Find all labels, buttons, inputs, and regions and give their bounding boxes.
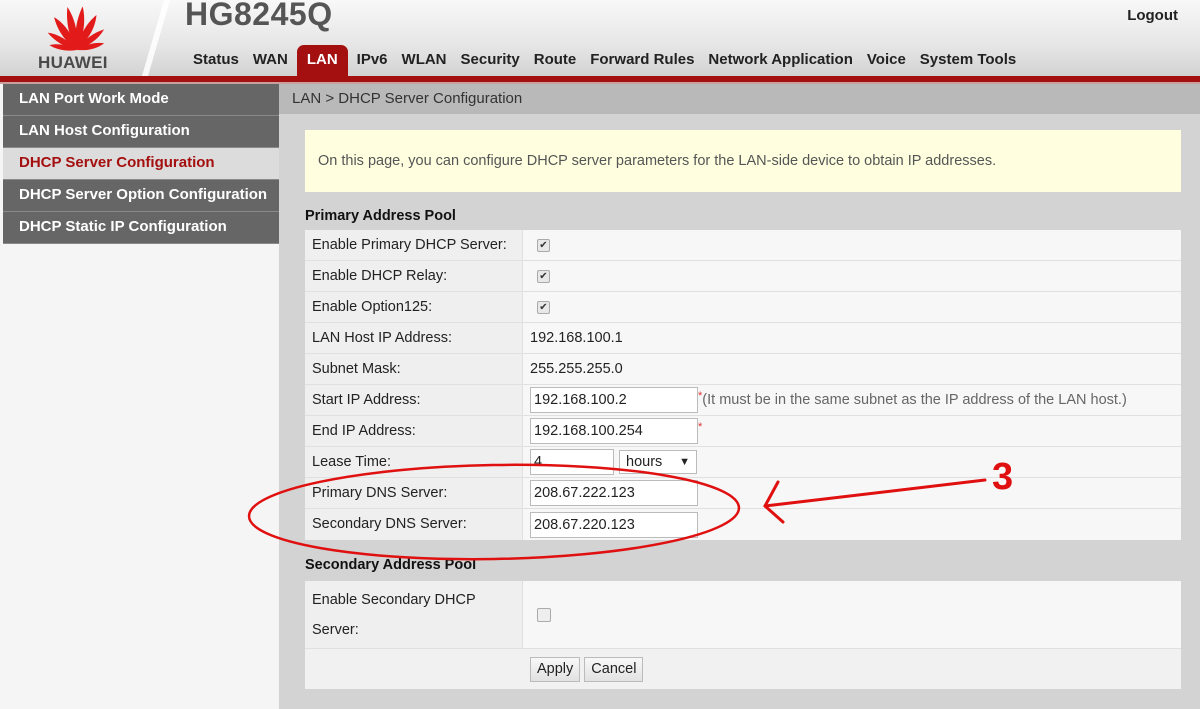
lan-host-ip-label: LAN Host IP Address:: [305, 323, 523, 353]
start-ip-hint: (It must be in the same subnet as the IP…: [702, 392, 1127, 408]
huawei-logo: HUAWEI: [0, 0, 160, 76]
breadcrumb: LAN > DHCP Server Configuration: [279, 84, 1200, 114]
lan-host-ip-row: LAN Host IP Address: 192.168.100.1: [305, 323, 1181, 354]
enable-primary-dhcp-row: Enable Primary DHCP Server: ✔: [305, 230, 1181, 261]
secondary-pool-title: Secondary Address Pool: [305, 557, 477, 573]
enable-secondary-dhcp-label: Enable Secondary DHCP Server:: [305, 581, 523, 648]
end-ip-row: End IP Address: 192.168.100.254 *: [305, 416, 1181, 447]
enable-secondary-dhcp-checkbox[interactable]: [537, 607, 551, 622]
cancel-button[interactable]: Cancel: [584, 656, 644, 682]
nav-ipv6[interactable]: IPv6: [350, 51, 395, 76]
enable-primary-dhcp-label: Enable Primary DHCP Server:: [305, 230, 523, 260]
nav-network-application[interactable]: Network Application: [701, 51, 859, 76]
subnet-mask-value: 255.255.255.0: [523, 354, 1181, 384]
lease-time-row: Lease Time: 4 hours ▼: [305, 447, 1181, 478]
brand-name: HUAWEI: [38, 53, 108, 72]
primary-dns-label: Primary DNS Server:: [305, 478, 523, 508]
start-ip-label: Start IP Address:: [305, 385, 523, 415]
dropdown-arrow-icon: ▼: [679, 456, 690, 468]
secondary-pool-form: Enable Secondary DHCP Server: Apply Canc…: [305, 581, 1181, 689]
device-model: HG8245Q: [185, 0, 333, 32]
nav-wan[interactable]: WAN: [246, 51, 295, 76]
header-divider: [142, 0, 170, 76]
subnet-mask-label: Subnet Mask:: [305, 354, 523, 384]
sidebar-item-lan-host-configuration[interactable]: LAN Host Configuration: [3, 116, 279, 148]
enable-secondary-dhcp-row: Enable Secondary DHCP Server:: [305, 581, 1181, 649]
nav-forward-rules[interactable]: Forward Rules: [583, 51, 701, 76]
sidebar-item-dhcp-server-configuration[interactable]: DHCP Server Configuration: [3, 148, 279, 180]
enable-primary-dhcp-checkbox[interactable]: ✔: [537, 238, 550, 252]
apply-button[interactable]: Apply: [530, 656, 581, 682]
huawei-petals-icon: [47, 6, 105, 51]
form-actions: Apply Cancel: [305, 649, 1181, 689]
sidebar: LAN Port Work Mode LAN Host Configuratio…: [0, 84, 279, 709]
nav-route[interactable]: Route: [527, 51, 584, 76]
nav-wlan[interactable]: WLAN: [395, 51, 454, 76]
top-nav: Status WAN LAN IPv6 WLAN Security Route …: [186, 44, 1023, 76]
lease-time-label: Lease Time:: [305, 447, 523, 477]
secondary-dns-label: Secondary DNS Server:: [305, 509, 523, 540]
primary-pool-title: Primary Address Pool: [305, 208, 456, 224]
logout-link[interactable]: Logout: [1127, 7, 1178, 24]
router-admin-page: HUAWEI HG8245Q Logout Status WAN LAN IPv…: [0, 0, 1200, 709]
lease-unit-value: hours: [626, 454, 663, 470]
info-notice: On this page, you can configure DHCP ser…: [305, 130, 1181, 192]
secondary-dns-row: Secondary DNS Server: 208.67.220.123: [305, 509, 1181, 540]
main-content: LAN > DHCP Server Configuration On this …: [279, 84, 1200, 709]
primary-dns-row: Primary DNS Server: 208.67.222.123: [305, 478, 1181, 509]
sidebar-item-lan-port-work-mode[interactable]: LAN Port Work Mode: [3, 84, 279, 116]
secondary-dns-input[interactable]: 208.67.220.123: [530, 511, 698, 538]
sidebar-item-dhcp-server-option-configuration[interactable]: DHCP Server Option Configuration: [3, 180, 279, 212]
end-ip-input[interactable]: 192.168.100.254: [530, 418, 698, 444]
lan-host-ip-value: 192.168.100.1: [523, 323, 1181, 353]
primary-dns-input[interactable]: 208.67.222.123: [530, 480, 698, 506]
nav-security[interactable]: Security: [454, 51, 527, 76]
enable-secondary-dhcp-label-line1: Enable Secondary DHCP: [312, 592, 476, 608]
subnet-mask-row: Subnet Mask: 255.255.255.0: [305, 354, 1181, 385]
enable-option125-label: Enable Option125:: [305, 292, 523, 322]
nav-system-tools[interactable]: System Tools: [913, 51, 1023, 76]
annotation-step-number: 3: [992, 456, 1014, 498]
nav-voice[interactable]: Voice: [860, 51, 913, 76]
end-ip-label: End IP Address:: [305, 416, 523, 446]
nav-lan[interactable]: LAN: [296, 45, 348, 76]
required-mark: *: [698, 421, 703, 433]
primary-pool-form: Enable Primary DHCP Server: ✔ Enable DHC…: [305, 230, 1181, 540]
enable-option125-checkbox[interactable]: ✔: [537, 300, 550, 314]
nav-status[interactable]: Status: [186, 51, 246, 76]
lease-unit-select[interactable]: hours ▼: [619, 450, 697, 474]
enable-dhcp-relay-label: Enable DHCP Relay:: [305, 261, 523, 291]
start-ip-input[interactable]: 192.168.100.2: [530, 387, 698, 413]
header: HUAWEI HG8245Q Logout Status WAN LAN IPv…: [0, 0, 1200, 76]
enable-dhcp-relay-row: Enable DHCP Relay: ✔: [305, 261, 1181, 292]
start-ip-row: Start IP Address: 192.168.100.2 * (It mu…: [305, 385, 1181, 416]
header-accent-bar: [0, 76, 1200, 84]
lease-time-input[interactable]: 4: [530, 449, 614, 475]
sidebar-item-dhcp-static-ip-configuration[interactable]: DHCP Static IP Configuration: [3, 212, 279, 244]
enable-dhcp-relay-checkbox[interactable]: ✔: [537, 269, 550, 283]
enable-option125-row: Enable Option125: ✔: [305, 292, 1181, 323]
enable-secondary-dhcp-label-line2: Server:: [312, 622, 359, 638]
